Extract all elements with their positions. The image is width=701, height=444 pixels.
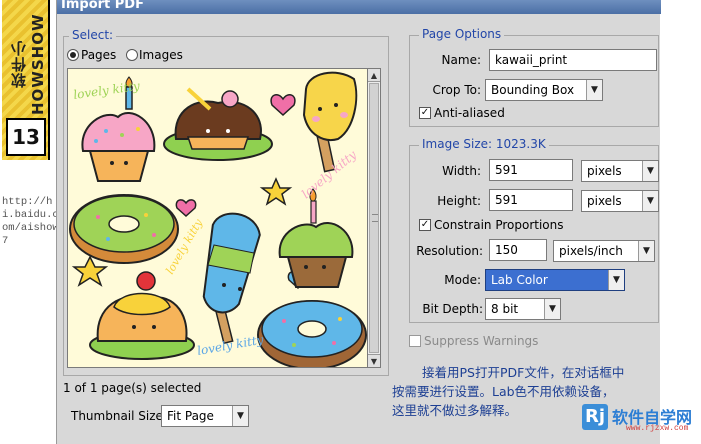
name-label: Name:: [441, 53, 481, 67]
width-unit-value: pixels: [587, 164, 622, 178]
resolution-unit-value: pixels/inch: [559, 244, 623, 258]
blue-donut-illustration: [257, 300, 367, 367]
tutorial-number: 13: [6, 118, 46, 156]
width-field[interactable]: 591: [489, 159, 573, 181]
height-unit-value: pixels: [587, 194, 622, 208]
yellow-star-1: [259, 177, 293, 206]
resolution-label: Resolution:: [416, 244, 483, 258]
pink-heart-1: [270, 94, 296, 117]
page-options-title: Page Options: [419, 27, 505, 41]
dialog-titlebar[interactable]: Import PDF: [57, 0, 661, 14]
bit-depth-value: 8 bit: [491, 302, 519, 316]
height-label: Height:: [437, 194, 481, 208]
constrain-proportions-label[interactable]: Constrain Proportions: [434, 218, 564, 232]
mode-value: Lab Color: [491, 273, 548, 287]
green-donut-illustration: [69, 194, 179, 264]
pink-heart-2: [175, 199, 197, 218]
scroll-down-icon[interactable]: ▼: [368, 354, 380, 367]
preview-scrollbar[interactable]: ▲ ▼: [367, 68, 381, 368]
constrain-proportions-checkbox[interactable]: ✓: [419, 219, 431, 231]
chevron-down-icon: ▼: [586, 80, 602, 100]
tutorial-strip: 软件小HOWSHOW 13 http://hi.baidu.com/aishow…: [0, 0, 59, 444]
site-url: www.rjzxw.com: [626, 424, 689, 433]
select-group-title: Select:: [69, 28, 117, 42]
crop-to-value: Bounding Box: [491, 83, 575, 97]
chocolate-cake-illustration: [163, 87, 273, 161]
height-unit-select[interactable]: pixels ▼: [581, 190, 659, 212]
dialog-title: Import PDF: [61, 0, 144, 12]
width-unit-select[interactable]: pixels ▼: [581, 160, 659, 182]
series-label: 软件小HOWSHOW: [10, 13, 47, 115]
thumbnail-size-label: Thumbnail Size:: [71, 409, 167, 423]
pages-radio[interactable]: [67, 49, 79, 61]
images-radio-label[interactable]: Images: [139, 48, 183, 62]
page-thumbnail-preview[interactable]: lovely kitty lovely kitty lovely kitty l…: [67, 68, 368, 368]
bit-depth-label: Bit Depth:: [422, 302, 483, 316]
scroll-thumb[interactable]: [369, 83, 379, 353]
thumbnail-size-value: Fit Page: [167, 409, 214, 423]
crop-to-select[interactable]: Bounding Box ▼: [485, 79, 603, 101]
chevron-down-icon: ▼: [608, 270, 624, 290]
blue-popsicle-illustration: [202, 212, 261, 345]
crop-to-label: Crop To:: [432, 83, 482, 97]
thumbnail-size-select[interactable]: Fit Page ▼: [161, 405, 249, 427]
suppress-warnings-checkbox[interactable]: [409, 335, 421, 347]
source-url: http://hi.baidu.com/aishow7: [2, 196, 59, 247]
kawaii-artwork: lovely kitty lovely kitty lovely kitty l…: [69, 71, 367, 367]
suppress-warnings-label[interactable]: Suppress Warnings: [424, 334, 538, 348]
anti-aliased-label[interactable]: Anti-aliased: [434, 106, 505, 120]
page-selection-status: 1 of 1 page(s) selected: [63, 381, 202, 395]
resolution-unit-select[interactable]: pixels/inch ▼: [553, 240, 655, 262]
resolution-field[interactable]: 150: [489, 239, 547, 261]
chevron-down-icon: ▼: [544, 299, 560, 319]
note-line: 接着用PS打开PDF文件，在对话框中: [422, 365, 625, 380]
pages-radio-label[interactable]: Pages: [81, 48, 116, 62]
chevron-down-icon: ▼: [638, 241, 654, 261]
name-field[interactable]: kawaii_print: [489, 49, 657, 71]
chevron-down-icon: ▼: [642, 191, 658, 211]
mode-select[interactable]: Lab Color ▼: [485, 269, 625, 291]
image-size-title: Image Size: 1023.3K: [419, 137, 549, 151]
anti-aliased-checkbox[interactable]: ✓: [419, 107, 431, 119]
mode-label: Mode:: [444, 273, 481, 287]
height-field[interactable]: 591: [489, 189, 573, 211]
caramel-cake-illustration: [89, 271, 195, 360]
radio-dot: [70, 52, 76, 58]
grip-icon: [372, 214, 378, 222]
chevron-down-icon: ▼: [232, 406, 248, 426]
chevron-down-icon: ▼: [642, 161, 658, 181]
scroll-up-icon[interactable]: ▲: [368, 69, 380, 82]
bit-depth-select[interactable]: 8 bit ▼: [485, 298, 561, 320]
note-line: 按需要进行设置。Lab色不用依赖设备，: [392, 384, 615, 399]
images-radio[interactable]: [126, 49, 138, 61]
yellow-star-2: [71, 255, 109, 287]
site-watermark: Rj 软件自学网 www.rjzxw.com: [582, 404, 698, 436]
site-logo: Rj: [582, 404, 608, 430]
width-label: Width:: [442, 164, 481, 178]
